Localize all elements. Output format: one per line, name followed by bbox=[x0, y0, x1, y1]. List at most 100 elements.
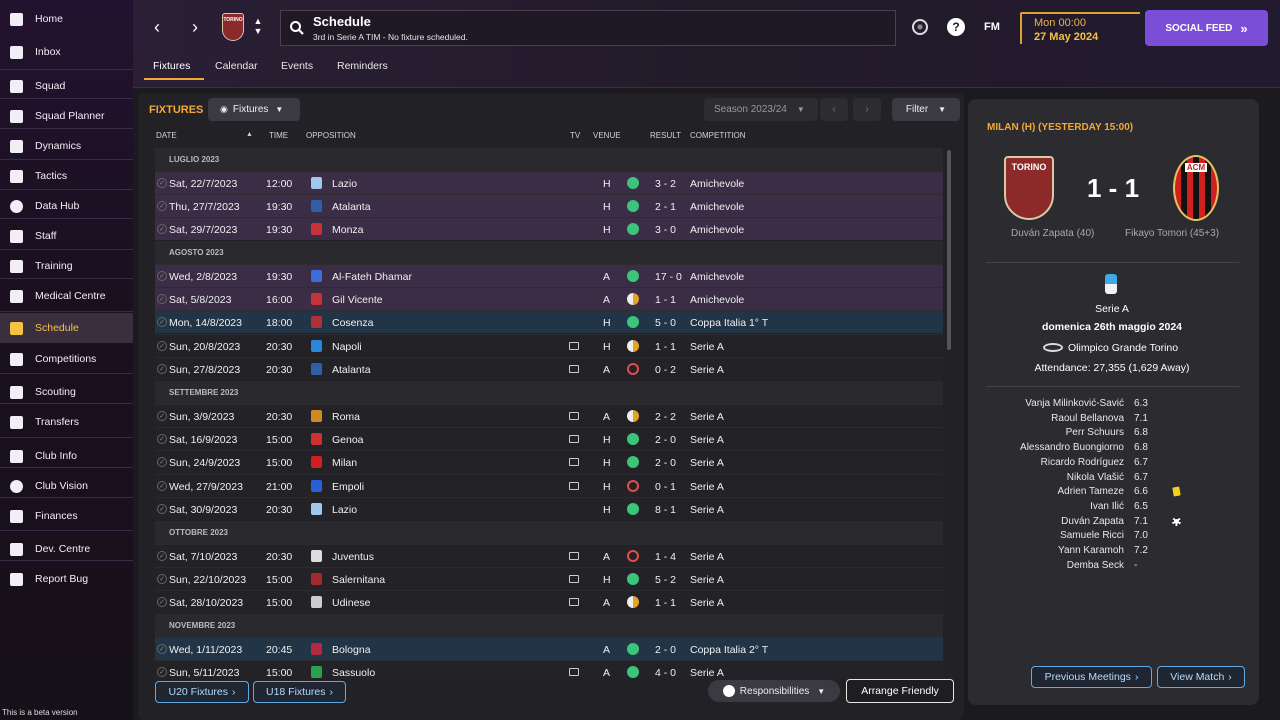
fixture-row[interactable]: ✓ Sat, 16/9/2023 15:00 Genoa H 2 - 0 Serie A bbox=[155, 427, 943, 450]
tab-reminders[interactable]: Reminders bbox=[337, 60, 388, 72]
club-switch-chevrons-icon[interactable]: ▲ ▼ bbox=[251, 16, 265, 38]
u18-fixtures-button[interactable]: U18 Fixtures › bbox=[253, 681, 346, 703]
nav-squad[interactable]: Squad bbox=[0, 74, 133, 98]
filter-button[interactable]: Filter ▼ bbox=[892, 98, 960, 121]
col-competition-header[interactable]: COMPETITION bbox=[690, 131, 746, 140]
fixture-opposition[interactable]: Lazio bbox=[332, 178, 357, 190]
fixture-row[interactable]: ✓ Wed, 2/8/2023 19:30 Al-Fateh Dhamar A 17 - … bbox=[155, 264, 943, 287]
fixture-row[interactable]: ✓ Wed, 27/9/2023 21:00 Empoli H 0 - 1 Serie A bbox=[155, 474, 943, 497]
fixture-row[interactable]: ✓ Sat, 29/7/2023 19:30 Monza H 3 - 0 Amichevol… bbox=[155, 217, 943, 240]
fixture-row[interactable]: ✓ Wed, 1/11/2023 20:45 Bologna A 2 - 0 Coppa I… bbox=[155, 637, 943, 660]
fixture-competition[interactable]: Amichevole bbox=[690, 201, 744, 213]
back-arrow-icon[interactable]: ‹ bbox=[147, 16, 167, 38]
player-name[interactable]: Demba Seck bbox=[1067, 560, 1124, 571]
nav-squad-planner[interactable]: Squad Planner bbox=[0, 104, 133, 128]
tab-events[interactable]: Events bbox=[281, 60, 313, 72]
view-match-button[interactable]: View Match › bbox=[1157, 666, 1245, 688]
season-next-button[interactable]: › bbox=[853, 98, 881, 121]
season-selector[interactable]: Season 2023/24 ▼ bbox=[704, 98, 818, 121]
fixture-opposition[interactable]: Genoa bbox=[332, 434, 364, 446]
tab-calendar[interactable]: Calendar bbox=[215, 60, 258, 72]
arrange-friendly-button[interactable]: Arrange Friendly bbox=[846, 679, 954, 703]
fixture-competition[interactable]: Amichevole bbox=[690, 224, 744, 236]
search-header-box[interactable]: Schedule 3rd in Serie A TIM - No fixture… bbox=[280, 10, 896, 46]
player-name[interactable]: Adrien Tameze bbox=[1057, 486, 1124, 497]
responsibilities-dropdown[interactable]: Responsibilities ▼ bbox=[708, 680, 840, 702]
player-name[interactable]: Nikola Vlašić bbox=[1067, 472, 1124, 483]
fixture-competition[interactable]: Serie A bbox=[690, 481, 724, 493]
fixture-competition[interactable]: Serie A bbox=[690, 457, 724, 469]
away-team-crest[interactable]: ACM bbox=[1173, 155, 1219, 221]
nav-inbox[interactable]: Inbox bbox=[0, 40, 133, 64]
fixture-competition[interactable]: Serie A bbox=[690, 597, 724, 609]
social-feed-button[interactable]: SOCIAL FEED» bbox=[1145, 10, 1268, 46]
nav-scouting[interactable]: Scouting bbox=[0, 380, 133, 404]
nav-club-info[interactable]: Club Info bbox=[0, 444, 133, 468]
fixture-competition[interactable]: Amichevole bbox=[690, 271, 744, 283]
fixture-opposition[interactable]: Roma bbox=[332, 411, 360, 423]
fixture-row[interactable]: ✓ Sun, 22/10/2023 15:00 Salernitana H 5 - 2 Se… bbox=[155, 567, 943, 590]
fixture-opposition[interactable]: Udinese bbox=[332, 597, 371, 609]
u20-fixtures-button[interactable]: U20 Fixtures › bbox=[155, 681, 249, 703]
fixtures-filter-dropdown[interactable]: ◉ Fixtures ▼ bbox=[208, 98, 300, 121]
fixture-competition[interactable]: Serie A bbox=[690, 504, 724, 516]
home-team-crest[interactable]: TORINO bbox=[1004, 156, 1054, 220]
nav-transfers[interactable]: Transfers bbox=[0, 410, 133, 434]
player-name[interactable]: Ricardo Rodríguez bbox=[1041, 457, 1124, 468]
scrollbar[interactable] bbox=[947, 150, 951, 350]
fixture-opposition[interactable]: Empoli bbox=[332, 481, 364, 493]
fixture-opposition[interactable]: Monza bbox=[332, 224, 364, 236]
forward-arrow-icon[interactable]: › bbox=[185, 16, 205, 38]
fixture-opposition[interactable]: Juventus bbox=[332, 551, 374, 563]
col-time-header[interactable]: TIME bbox=[269, 131, 288, 140]
fixture-row[interactable]: ✓ Sun, 24/9/2023 15:00 Milan H 2 - 0 Serie A bbox=[155, 450, 943, 473]
fixture-row[interactable]: ✓ Thu, 27/7/2023 19:30 Atalanta H 2 - 1 Amiche… bbox=[155, 194, 943, 217]
fixture-opposition[interactable]: Atalanta bbox=[332, 201, 371, 213]
col-venue-header[interactable]: VENUE bbox=[593, 131, 621, 140]
fixture-competition[interactable]: Serie A bbox=[690, 341, 724, 353]
player-name[interactable]: Ivan Ilić bbox=[1090, 501, 1124, 512]
continue-date-widget[interactable]: Mon 00:00 27 May 2024 bbox=[1020, 12, 1140, 44]
fixture-opposition[interactable]: Bologna bbox=[332, 644, 371, 656]
nav-dev-centre[interactable]: Dev. Centre bbox=[0, 537, 133, 561]
fixture-competition[interactable]: Serie A bbox=[690, 574, 724, 586]
nav-club-vision[interactable]: Club Vision bbox=[0, 474, 133, 498]
nav-tactics[interactable]: Tactics bbox=[0, 164, 133, 188]
nav-report-bug[interactable]: Report Bug bbox=[0, 567, 133, 591]
fixture-row[interactable]: ✓ Sat, 28/10/2023 15:00 Udinese A 1 - 1 Serie … bbox=[155, 590, 943, 613]
nav-finances[interactable]: Finances bbox=[0, 504, 133, 528]
fixture-opposition[interactable]: Al-Fateh Dhamar bbox=[332, 271, 412, 283]
tab-fixtures[interactable]: Fixtures bbox=[153, 60, 190, 72]
fixture-opposition[interactable]: Sassuolo bbox=[332, 667, 375, 679]
fixture-row[interactable]: ✓ Sun, 5/11/2023 15:00 Sassuolo A 4 - 0 Serie … bbox=[155, 660, 943, 679]
previous-meetings-button[interactable]: Previous Meetings › bbox=[1031, 666, 1152, 688]
nav-training[interactable]: Training bbox=[0, 254, 133, 278]
fixture-row[interactable]: ✓ Sat, 7/10/2023 20:30 Juventus A 1 - 4 Serie … bbox=[155, 544, 943, 567]
fixture-competition[interactable]: Serie A bbox=[690, 667, 724, 679]
player-name[interactable]: Raoul Bellanova bbox=[1051, 413, 1124, 424]
fixture-competition[interactable]: Serie A bbox=[690, 434, 724, 446]
fixture-competition[interactable]: Coppa Italia 2° T bbox=[690, 644, 768, 656]
help-icon[interactable]: ? bbox=[947, 18, 965, 36]
fixture-row[interactable]: ✓ Sun, 20/8/2023 20:30 Napoli H 1 - 1 Serie A bbox=[155, 334, 943, 357]
fm-logo[interactable]: FM bbox=[984, 21, 1000, 33]
nav-home[interactable]: Home bbox=[0, 7, 133, 31]
fixture-competition[interactable]: Serie A bbox=[690, 551, 724, 563]
player-name[interactable]: Duván Zapata bbox=[1061, 516, 1124, 527]
fixture-row[interactable]: ✓ Sun, 3/9/2023 20:30 Roma A 2 - 2 Serie A bbox=[155, 404, 943, 427]
fixture-opposition[interactable]: Napoli bbox=[332, 341, 362, 353]
fixture-competition[interactable]: Serie A bbox=[690, 411, 724, 423]
fixture-row[interactable]: ✓ Sat, 22/7/2023 12:00 Lazio H 3 - 2 Amichevol… bbox=[155, 171, 943, 194]
player-name[interactable]: Vanja Milinković-Savić bbox=[1025, 398, 1124, 409]
nav-data-hub[interactable]: Data Hub bbox=[0, 194, 133, 218]
fixture-competition[interactable]: Amichevole bbox=[690, 178, 744, 190]
fixture-opposition[interactable]: Salernitana bbox=[332, 574, 385, 586]
player-name[interactable]: Alessandro Buongiorno bbox=[1020, 442, 1124, 453]
fixture-opposition[interactable]: Milan bbox=[332, 457, 357, 469]
fixture-opposition[interactable]: Lazio bbox=[332, 504, 357, 516]
col-date-header[interactable]: DATE bbox=[156, 131, 177, 140]
nav-dynamics[interactable]: Dynamics bbox=[0, 134, 133, 158]
season-prev-button[interactable]: ‹ bbox=[820, 98, 848, 121]
fixture-row[interactable]: ✓ Sat, 30/9/2023 20:30 Lazio H 8 - 1 Serie A bbox=[155, 497, 943, 520]
col-result-header[interactable]: RESULT bbox=[650, 131, 681, 140]
